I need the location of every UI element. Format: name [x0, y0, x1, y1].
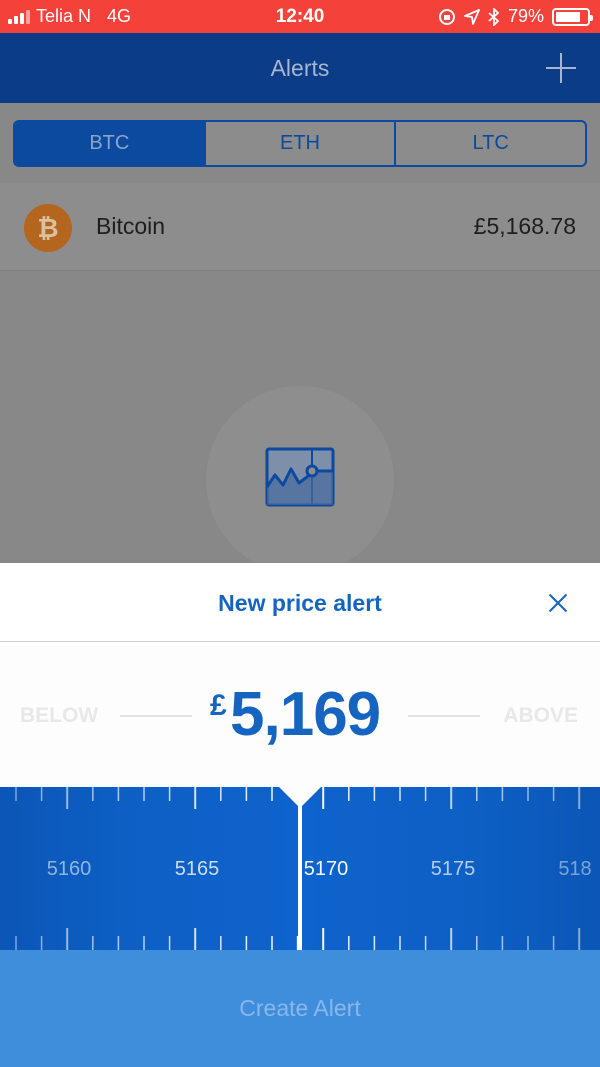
currency-symbol: £: [210, 689, 227, 722]
ruler-label: 5160: [47, 858, 92, 880]
coin-name: Bitcoin: [96, 213, 166, 239]
tab-btc[interactable]: BTC: [15, 122, 206, 165]
ruler-label: 5165: [175, 858, 220, 880]
divider-right: [408, 715, 480, 717]
bitcoin-icon: ₿: [24, 204, 72, 252]
battery-icon: [552, 7, 593, 26]
coin-row-bitcoin[interactable]: ₿ Bitcoin £5,168.78: [0, 183, 600, 271]
status-bar: Telia N 4G 12:40 79%: [0, 0, 600, 33]
location-icon: [464, 8, 480, 25]
ruler-label: 5175: [431, 858, 476, 880]
battery-percent: 79%: [507, 6, 544, 26]
tab-eth[interactable]: ETH: [206, 122, 397, 165]
coin-price: £5,168.78: [473, 213, 576, 239]
alert-price-value: 5,169: [230, 680, 381, 749]
price-ruler-slider[interactable]: 5160 5165 5170 5175 518: [0, 787, 600, 950]
tab-ltc[interactable]: LTC: [396, 122, 585, 165]
sheet-header: New price alert: [0, 563, 600, 642]
chart-icon: [265, 447, 335, 507]
empty-state-illustration: [206, 386, 394, 574]
below-label[interactable]: BELOW: [20, 704, 98, 728]
coin-tabs: BTC ETH LTC: [13, 120, 587, 167]
page-title: Alerts: [270, 55, 330, 81]
alerts-list: BTC ETH LTC ₿ Bitcoin £5,168.78: [0, 103, 600, 574]
sheet-title: New price alert: [218, 590, 382, 616]
ruler-label: 518: [558, 858, 591, 880]
nav-bar: Alerts: [0, 33, 600, 103]
bluetooth-icon: [488, 7, 500, 26]
divider-left: [120, 715, 192, 717]
ruler-needle: [298, 805, 302, 950]
new-alert-sheet: New price alert BELOW £ 5,169 ABOVE 5160…: [0, 563, 600, 1067]
status-right: 79%: [438, 6, 593, 27]
price-value-row: BELOW £ 5,169 ABOVE: [0, 643, 600, 787]
add-alert-button[interactable]: [544, 51, 578, 85]
close-icon[interactable]: [548, 593, 568, 613]
rotation-lock-icon: [438, 8, 455, 25]
create-alert-button[interactable]: Create Alert: [0, 950, 600, 1067]
ruler-label: 5170: [304, 858, 349, 880]
above-label[interactable]: ABOVE: [503, 704, 578, 728]
